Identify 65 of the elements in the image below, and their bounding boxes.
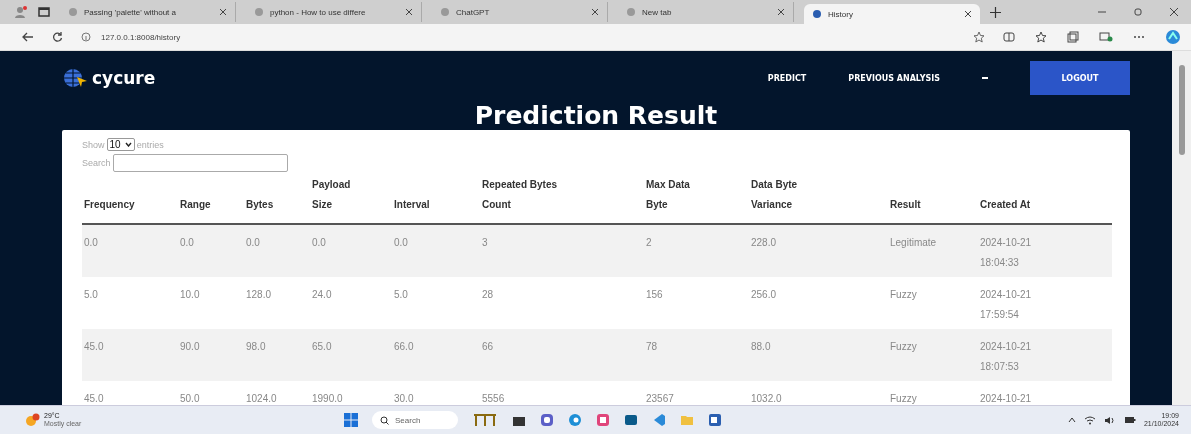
- table-cell-text: Fuzzy: [890, 288, 917, 302]
- nav-link[interactable]: PREDICT: [767, 73, 807, 83]
- column-header[interactable]: Max Data Byte: [646, 175, 704, 215]
- table-cell-text: 0.0: [84, 236, 98, 250]
- column-header[interactable]: Interval: [394, 195, 430, 215]
- table-cell-text: Legitimate: [890, 236, 937, 250]
- table-cell-text: 66.0: [394, 340, 414, 354]
- page-title: Prediction Result: [473, 101, 719, 130]
- table-cell-text: 50.0: [180, 392, 200, 405]
- table-cell-text: 23567: [646, 392, 674, 405]
- browser-tab[interactable]: New tab: [618, 2, 794, 22]
- brand-name[interactable]: cycure: [92, 68, 156, 88]
- table-cell-text: 1032.0: [751, 392, 782, 405]
- column-header[interactable]: Range: [180, 195, 211, 215]
- table-cell-text: 2024-10-21 17:59:54: [980, 288, 1033, 322]
- table-cell-text: 45.0: [84, 340, 104, 354]
- table-cell-text: 0.0: [312, 236, 326, 250]
- page-size-select[interactable]: 10: [106, 138, 135, 151]
- browser-tab[interactable]: History: [804, 4, 980, 24]
- browser-tab[interactable]: python - How to use differe: [246, 2, 422, 22]
- column-header[interactable]: Repeated Bytes Count: [482, 175, 577, 215]
- table-cell-text: 2: [646, 236, 652, 250]
- table-cell-text: 66: [482, 340, 494, 354]
- table-cell-text: Fuzzy: [890, 392, 917, 405]
- table-cell-text: 5.0: [84, 288, 98, 302]
- column-header[interactable]: Bytes: [246, 195, 274, 215]
- table-cell-text: 90.0: [180, 340, 200, 354]
- table-cell-text: 98.0: [246, 340, 266, 354]
- column-header[interactable]: Payload Size: [312, 175, 372, 215]
- table-cell-text: 2024-10-21 18:04:33: [980, 236, 1033, 270]
- browser-tab[interactable]: Passing 'palette' without a: [60, 2, 236, 22]
- taskbar-search-field[interactable]: Search: [372, 411, 458, 429]
- table-cell-text: 10.0: [180, 288, 200, 302]
- column-header[interactable]: Data Byte Variance: [751, 175, 831, 215]
- column-header[interactable]: Frequency: [84, 195, 135, 215]
- table-cell-text: 128.0: [246, 288, 272, 302]
- browser-tab[interactable]: ChatGPT: [432, 2, 608, 22]
- table-cell-text: 0.0: [394, 236, 408, 250]
- table-cell-text: 28: [482, 288, 494, 302]
- table-cell-text: 30.0: [394, 392, 414, 405]
- table-cell-text: Fuzzy: [890, 340, 917, 354]
- table-cell-text: 1990.0: [312, 392, 343, 405]
- table-cell-text: 2024-10-21: [980, 392, 1032, 405]
- show-label: Show: [82, 139, 105, 150]
- column-header[interactable]: Created At: [980, 195, 1031, 215]
- logout-button[interactable]: LOGOUT: [1030, 61, 1130, 95]
- table-cell-text: 65.0: [312, 340, 332, 354]
- table-cell-text: 78: [646, 340, 658, 354]
- table-cell-text: 0.0: [246, 236, 260, 250]
- table-cell-text: 5.0: [394, 288, 408, 302]
- table-cell-text: 228.0: [751, 236, 777, 250]
- table-cell-text: 1024.0: [246, 392, 277, 405]
- table-cell-text: 3: [482, 236, 488, 250]
- table-cell-text: 88.0: [751, 340, 771, 354]
- table-cell-text: 2024-10-21 18:07:53: [980, 340, 1033, 374]
- table-cell-text: 24.0: [312, 288, 332, 302]
- entries-label: entries: [136, 139, 164, 150]
- table-cell-text: 156: [646, 288, 663, 302]
- column-header[interactable]: Result: [890, 195, 921, 215]
- table-cell-text: 256.0: [751, 288, 777, 302]
- table-cell-text: 0.0: [180, 236, 194, 250]
- table-cell-text: 45.0: [84, 392, 104, 405]
- table-cell-text: 5556: [482, 392, 505, 405]
- search-label: Search: [82, 158, 111, 168]
- nav-link[interactable]: PREVIOUS ANALYSIS: [848, 73, 940, 83]
